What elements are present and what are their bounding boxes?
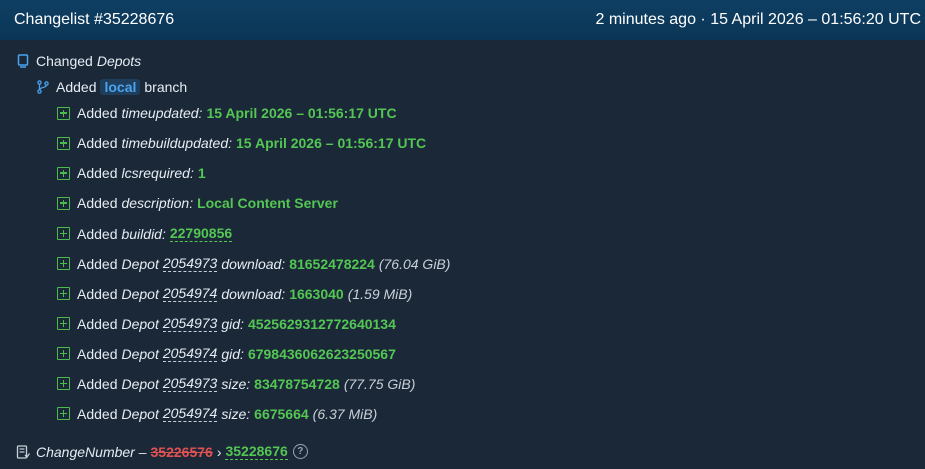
entry-depot-label: Depot <box>121 405 159 422</box>
changed-label: Changed <box>36 53 93 69</box>
entry-row: Added Depot 2054973 download: 8165247822… <box>57 255 450 272</box>
entry-depot-label: Depot <box>121 375 159 392</box>
buildid-link[interactable]: 22790856 <box>169 225 233 242</box>
depot-id-link[interactable]: 2054973 <box>162 255 218 272</box>
entry-value: 81652478224 <box>289 255 375 272</box>
changelist-time: 2 minutes ago · 15 April 2026 – 01:56:20… <box>595 11 921 28</box>
change-number-row: ChangeNumber – 35226576 › 35228676 ? <box>16 443 308 460</box>
plus-square-icon <box>57 287 70 300</box>
help-icon[interactable]: ? <box>292 444 308 459</box>
entry-value: 6675664 <box>254 405 309 422</box>
entry-row: Added Depot 2054974 download: 1663040 (1… <box>57 285 412 302</box>
entry-value: 15 April 2026 – 01:56:17 UTC <box>236 135 427 151</box>
old-change-number: 35226576 <box>150 443 213 460</box>
entry-row: Added lcsrequired: 1 <box>57 165 206 181</box>
entry-added: Added <box>77 375 118 392</box>
entry-row: Added Depot 2054973 size: 83478754728 (7… <box>57 375 415 392</box>
entry-value: 6798436062623250567 <box>247 345 396 362</box>
branch-icon <box>36 80 50 94</box>
entry-added: Added <box>77 255 118 272</box>
entry-value: 4525629312772640134 <box>247 315 396 332</box>
entry-key: lcsrequired: <box>121 165 194 181</box>
plus-square-icon <box>57 166 70 180</box>
plus-square-icon <box>57 317 70 330</box>
branch-name-badge: local <box>100 79 141 95</box>
entry-key: download: <box>221 285 286 302</box>
plus-square-icon <box>57 227 70 240</box>
entry-value: 15 April 2026 – 01:56:17 UTC <box>206 105 397 121</box>
plus-square-icon <box>57 196 70 210</box>
entry-note: (6.37 MiB) <box>312 405 378 422</box>
depot-id-link[interactable]: 2054973 <box>162 375 218 392</box>
entry-note: (76.04 GiB) <box>378 255 451 272</box>
entry-depot-label: Depot <box>121 255 159 272</box>
plus-square-icon <box>57 136 70 150</box>
entry-row: Added timeupdated: 15 April 2026 – 01:56… <box>57 105 397 121</box>
entry-added: Added <box>77 285 118 302</box>
entry-value: Local Content Server <box>197 195 338 211</box>
entry-depot-label: Depot <box>121 315 159 332</box>
entry-added: Added <box>77 405 118 422</box>
changenumber-icon <box>16 444 30 459</box>
entry-row: Added buildid: 22790856 <box>57 225 233 242</box>
entry-row: Added Depot 2054973 gid: 452562931277264… <box>57 315 396 332</box>
entry-depot-label: Depot <box>121 345 159 362</box>
changelist-title[interactable]: Changelist #35228676 <box>14 11 174 29</box>
entry-row: Added timebuildupdated: 15 April 2026 – … <box>57 135 426 151</box>
entry-row: Added Depot 2054974 size: 6675664 (6.37 … <box>57 405 377 422</box>
entry-key: timebuildupdated: <box>121 135 233 151</box>
depots-label: Depots <box>96 53 142 69</box>
entry-key: buildid: <box>121 225 166 242</box>
entry-note: (77.75 GiB) <box>343 375 416 392</box>
entry-row: Added description: Local Content Server <box>57 195 338 211</box>
entry-added: Added <box>77 225 118 242</box>
plus-square-icon <box>57 106 70 120</box>
branch-row: Added local branch <box>36 79 187 95</box>
entry-key: download: <box>221 255 286 272</box>
entry-depot-label: Depot <box>121 285 159 302</box>
plus-square-icon <box>57 407 70 420</box>
changelist-header: Changelist #35228676 2 minutes ago · 15 … <box>0 0 925 40</box>
entry-added: Added <box>77 135 118 151</box>
entry-value: 1663040 <box>289 285 344 302</box>
depot-id-link[interactable]: 2054974 <box>162 285 218 302</box>
entry-key: gid: <box>221 345 244 362</box>
entry-value: 83478754728 <box>254 375 340 392</box>
arrow-separator: › <box>216 443 222 460</box>
entry-added: Added <box>77 345 118 362</box>
plus-square-icon <box>57 377 70 390</box>
plus-square-icon <box>57 347 70 360</box>
entry-row: Added Depot 2054974 gid: 679843606262325… <box>57 345 396 362</box>
entry-key: description: <box>121 195 194 211</box>
new-change-number-link[interactable]: 35228676 <box>225 443 288 460</box>
entry-added: Added <box>77 105 118 121</box>
entry-key: size: <box>221 375 251 392</box>
entry-key: gid: <box>221 315 244 332</box>
plus-square-icon <box>57 257 70 270</box>
change-number-label: ChangeNumber – <box>36 443 147 460</box>
branch-suffix: branch <box>144 79 188 95</box>
entry-key: timeupdated: <box>121 105 203 121</box>
entry-added: Added <box>77 165 118 181</box>
entry-note: (1.59 MiB) <box>347 285 413 302</box>
entry-key: size: <box>221 405 251 422</box>
entry-value: 1 <box>197 165 206 181</box>
depot-icon <box>16 54 30 68</box>
entry-added: Added <box>77 315 118 332</box>
branch-added-label: Added <box>56 79 97 95</box>
depot-id-link[interactable]: 2054973 <box>162 315 218 332</box>
depot-id-link[interactable]: 2054974 <box>162 405 218 422</box>
depot-id-link[interactable]: 2054974 <box>162 345 218 362</box>
entry-added: Added <box>77 195 118 211</box>
changed-depots-row: Changed Depots <box>16 53 141 69</box>
